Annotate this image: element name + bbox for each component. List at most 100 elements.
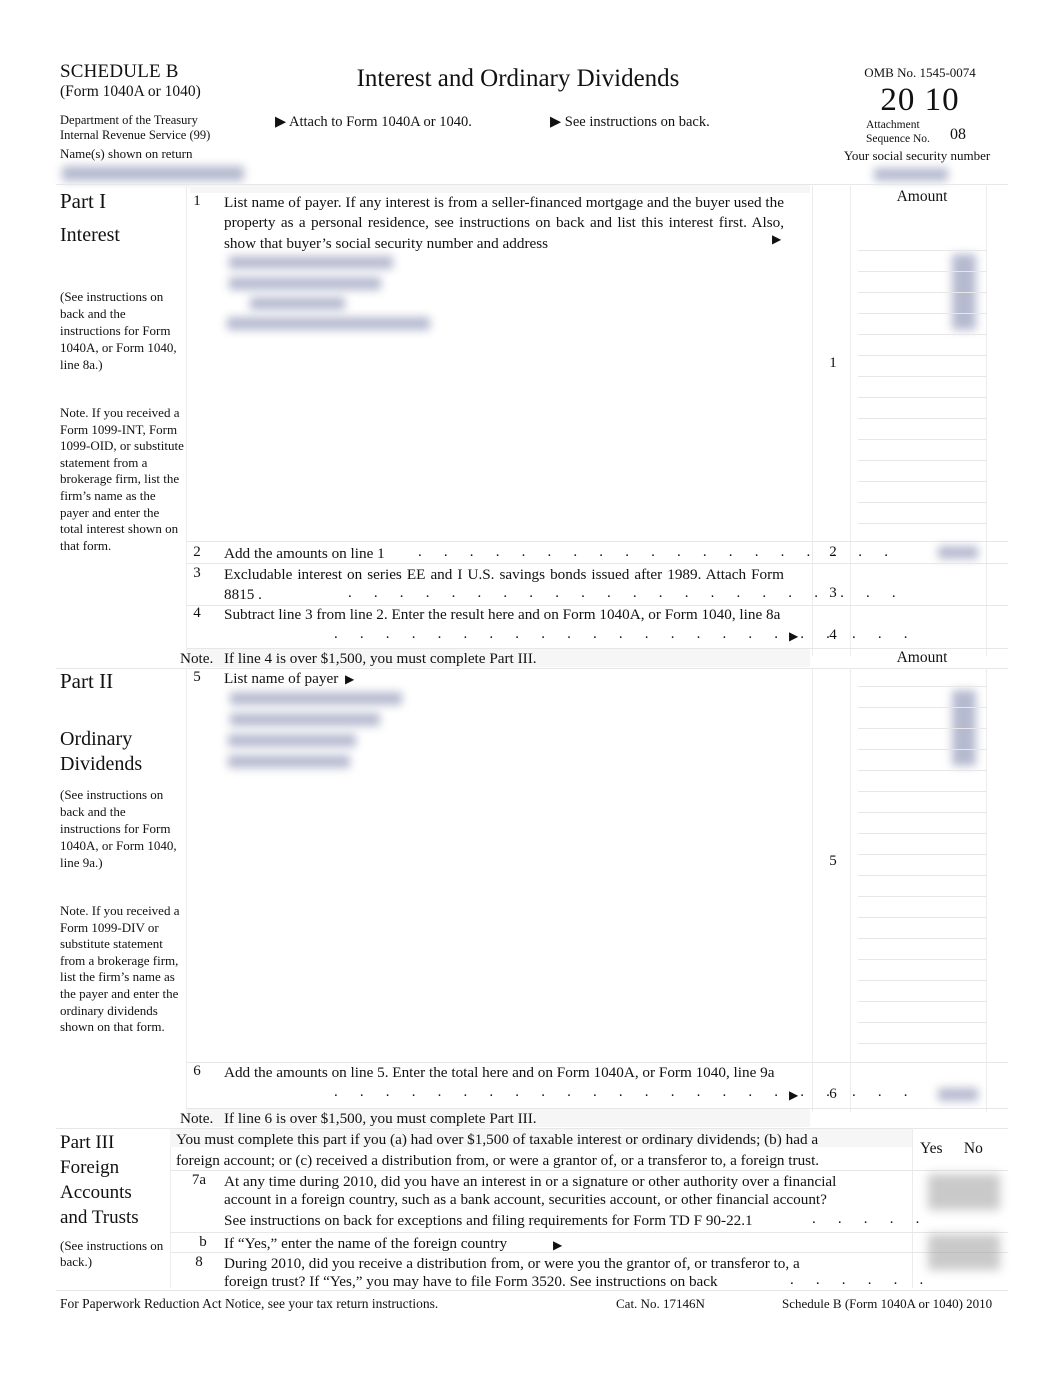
line-3-number: 3: [193, 565, 201, 581]
part-2-amount-divider: [812, 668, 813, 1112]
line-5-payer-entry-redaction[interactable]: [230, 692, 402, 705]
line-7a-number: 7a: [191, 1172, 207, 1188]
line-8-checkbox-redaction[interactable]: [928, 1234, 1000, 1270]
entry-rule: [858, 980, 986, 981]
entry-rule: [858, 938, 986, 939]
line-4-text: Subtract line 3 from line 2. Enter the r…: [224, 606, 781, 623]
part-1-footer-note-label: Note.: [180, 650, 214, 667]
entry-rule: [858, 292, 986, 293]
entry-rule: [858, 728, 986, 729]
entry-rule: [858, 502, 986, 503]
entry-rule: [858, 770, 986, 771]
part-2-left-divider: [186, 668, 187, 1112]
part-1-footer-note: If line 4 is over $1,500, you must compl…: [224, 650, 537, 667]
entry-rule: [858, 833, 986, 834]
department-line-1: Department of the Treasury: [60, 113, 198, 127]
entry-rule: [858, 749, 986, 750]
entry-rule: [858, 397, 986, 398]
catalog-number: Cat. No. 17146N: [616, 1296, 705, 1311]
line-1-payer-entry-redaction[interactable]: [250, 297, 345, 310]
yes-no-header: Yes No: [920, 1140, 994, 1158]
see-instructions-note: ▶ See instructions on back.: [550, 114, 710, 130]
line-5-number: 5: [193, 669, 201, 685]
part-1-amount-right-divider: [986, 186, 987, 656]
part-2-amount-inner-divider: [850, 668, 851, 1112]
line-5-payer-entry-redaction[interactable]: [228, 755, 350, 768]
line-4-number: 4: [193, 605, 201, 621]
line-7a-text-line-3: See instructions on back for exceptions …: [224, 1212, 753, 1229]
attachment-sequence-label: Attachment Sequence No.: [866, 119, 930, 146]
entry-rule: [858, 959, 986, 960]
line-1-payer-entry-redaction[interactable]: [229, 277, 381, 290]
line-6-amount-redaction[interactable]: [938, 1088, 978, 1101]
part-2-amount-header: Amount: [896, 649, 948, 666]
line-1-box-number: 1: [829, 355, 837, 371]
line-2-amount-redaction[interactable]: [938, 546, 978, 559]
line-7b-arrow-icon: ▶: [553, 1238, 563, 1252]
entry-rule: [858, 1001, 986, 1002]
department-block: Department of the Treasury Internal Reve…: [60, 113, 210, 143]
entry-rule: [858, 1043, 986, 1044]
part-3-intro-line-1: You must complete this part if you (a) h…: [176, 1131, 819, 1148]
line-2-text: Add the amounts on line 1: [224, 545, 385, 562]
line-5-text: List name of payer: [224, 670, 339, 687]
name-field-redaction[interactable]: [62, 166, 244, 181]
entry-rule: [858, 707, 986, 708]
entry-rule: [858, 418, 986, 419]
schedule-name: SCHEDULE B: [60, 61, 179, 82]
attach-instruction: ▶ Attach to Form 1040A or 1040.: [275, 114, 472, 130]
line-7a-text-line-2: account in a foreign country, such as a …: [224, 1191, 827, 1208]
line-1-payer-entry-redaction[interactable]: [227, 317, 430, 330]
line-3-top-rule: [186, 563, 1008, 564]
entry-rule: [858, 917, 986, 918]
line-5-payer-entry-redaction[interactable]: [228, 734, 356, 747]
line-1-payer-entry-redaction[interactable]: [229, 256, 393, 269]
entry-rule: [858, 523, 986, 524]
entry-rule: [858, 460, 986, 461]
attachment-label-line-2: Sequence No.: [866, 132, 930, 145]
line-2-box-number: 2: [829, 544, 837, 560]
line-4-box-number: 4: [829, 627, 837, 643]
page-title: Interest and Ordinary Dividends: [356, 65, 680, 92]
line-6-number: 6: [193, 1063, 201, 1079]
entry-rule: [858, 250, 986, 251]
part-2-subtitle: Ordinary Dividends: [60, 727, 142, 777]
line-5-payer-entry-redaction[interactable]: [230, 713, 380, 726]
form-page: SCHEDULE B (Form 1040A or 1040) Departme…: [0, 0, 1062, 1377]
line-7b-top-rule: [170, 1232, 1008, 1233]
part-3-intro-line-2: foreign account; or (c) received a distr…: [176, 1152, 820, 1169]
line-4-arrow-icon: ▶: [789, 629, 799, 643]
line-5-arrow-icon: ▶: [345, 672, 355, 686]
yes-label: Yes: [920, 1140, 943, 1157]
part-3-left-divider: [170, 1128, 171, 1288]
line-7a-checkbox-redaction[interactable]: [928, 1174, 1000, 1210]
attachment-sequence-number: 08: [950, 126, 966, 143]
entry-rule: [858, 439, 986, 440]
line-6-arrow-icon: ▶: [789, 1088, 799, 1102]
entry-rule: [858, 481, 986, 482]
entry-rule: [858, 896, 986, 897]
line-7a-top-rule: [170, 1170, 1008, 1171]
entry-rule: [858, 812, 986, 813]
entry-rule: [858, 854, 986, 855]
line-3-box-number: 3: [829, 585, 837, 601]
line-1-text: List name of payer. If any interest is f…: [224, 194, 784, 252]
part-2-label: Part II: [60, 669, 114, 693]
ssn-label: Your social security number: [843, 148, 991, 163]
line-1-arrow-icon: ▶: [772, 232, 782, 246]
part-2-footer-note-label: Note.: [180, 1110, 214, 1127]
header-band: [190, 185, 810, 193]
line-2-top-rule: [186, 541, 1008, 542]
part-1-instructions-note: (See instructions on back and the instru…: [60, 289, 177, 372]
line-2-number: 2: [193, 544, 201, 560]
line-1-number: 1: [193, 193, 201, 209]
part-2-footer-note: If line 6 is over $1,500, you must compl…: [224, 1110, 537, 1127]
paperwork-notice: For Paperwork Reduction Act Notice, see …: [60, 1296, 439, 1311]
entry-rule: [858, 334, 986, 335]
department-line-2: Internal Revenue Service (99): [60, 128, 211, 142]
part-1-1099-note: Note. If you received a Form 1099-INT, F…: [60, 405, 184, 553]
entry-rule: [858, 355, 986, 356]
ssn-field-redaction[interactable]: [874, 168, 948, 181]
line-5-box-number: 5: [829, 853, 837, 869]
form-identifier: Schedule B (Form 1040A or 1040) 2010: [782, 1296, 993, 1311]
